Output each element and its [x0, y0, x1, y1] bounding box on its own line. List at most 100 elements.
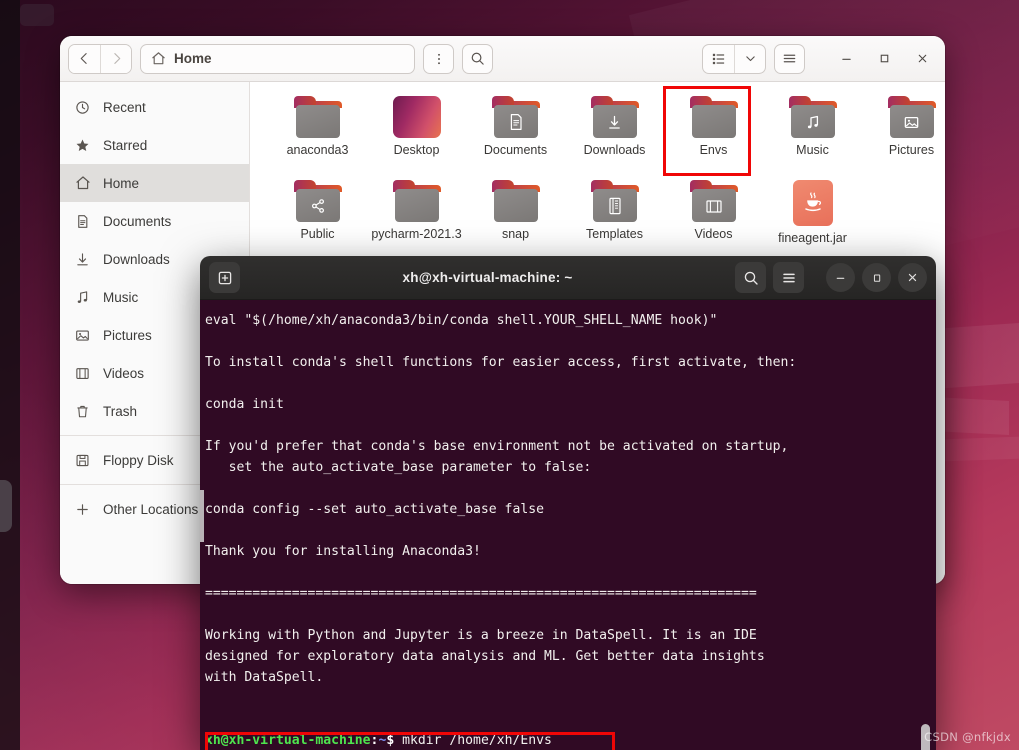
file-label: Downloads	[583, 143, 646, 157]
output-line: conda config --set auto_activate_base fa…	[205, 502, 544, 517]
desktop: Home Recent Starred Home Documents Downl…	[0, 0, 1019, 750]
terminal-menu-button[interactable]	[773, 262, 804, 293]
dock-app-item[interactable]	[0, 480, 12, 532]
output-line: ========================================…	[205, 586, 757, 601]
list-view-button[interactable]	[703, 45, 734, 73]
download-icon	[591, 108, 639, 136]
back-button[interactable]	[69, 44, 100, 73]
output-line: Thank you for installing Anaconda3!	[205, 544, 481, 559]
file-label: fineagent.jar	[778, 231, 847, 245]
file-item-music[interactable]: Music	[763, 96, 862, 176]
terminal-search-button[interactable]	[735, 262, 766, 293]
view-mode-group	[702, 43, 767, 74]
sidebar-item-label: Pictures	[103, 327, 152, 343]
java-coffee-icon	[792, 180, 833, 226]
path-label: Home	[174, 51, 212, 66]
window-maximize-button[interactable]	[869, 44, 899, 74]
sidebar-item-label: Other Locations	[103, 501, 199, 517]
dock-top-item[interactable]	[20, 4, 54, 26]
sidebar-item-label: Videos	[103, 365, 145, 381]
sidebar-item-home[interactable]: Home	[60, 164, 249, 202]
sidebar-item-label: Downloads	[103, 251, 170, 267]
path-bar[interactable]: Home	[140, 43, 416, 74]
terminal-output: eval "$(/home/xh/anaconda3/bin/conda she…	[200, 310, 936, 750]
document-icon	[74, 213, 91, 230]
file-label: Public	[300, 227, 335, 241]
clock-icon	[74, 99, 91, 116]
folder-icon	[788, 96, 837, 138]
sidebar-item-label: Recent	[103, 99, 146, 115]
file-label: anaconda3	[286, 143, 349, 157]
output-line: conda init	[205, 397, 284, 412]
home-icon	[74, 175, 91, 192]
music-note-icon	[74, 289, 91, 306]
terminal-command: mkdir /home/xh/Envs	[402, 733, 552, 748]
watermark: CSDN @nfkjdx	[924, 730, 1011, 744]
folder-icon	[392, 180, 441, 222]
folder-icon	[491, 180, 540, 222]
image-icon	[74, 327, 91, 344]
ubuntu-dock[interactable]	[0, 0, 20, 750]
folder-icon	[293, 180, 342, 222]
terminal-close-button[interactable]	[898, 263, 927, 292]
new-tab-icon[interactable]	[209, 262, 240, 293]
window-close-button[interactable]	[907, 44, 937, 74]
output-line: with DataSpell.	[205, 670, 324, 685]
trash-icon	[74, 403, 91, 420]
file-label: Documents	[483, 143, 548, 157]
sidebar-item-label: Documents	[103, 213, 172, 229]
sidebar-item-starred[interactable]: Starred	[60, 126, 249, 164]
prompt-sigil: $	[386, 733, 395, 748]
share-icon	[294, 192, 342, 220]
file-item-envs[interactable]: Envs	[663, 86, 763, 176]
folder-icon	[689, 180, 738, 222]
output-line: set the auto_activate_base parameter to …	[205, 460, 592, 475]
terminal-minimize-button[interactable]	[826, 263, 855, 292]
file-item-desktop[interactable]: Desktop	[367, 96, 466, 176]
folder-icon	[887, 96, 936, 138]
desktop-folder-icon	[392, 96, 441, 138]
document-icon	[492, 108, 540, 136]
music-note-icon	[789, 108, 837, 136]
download-icon	[74, 251, 91, 268]
window-minimize-button[interactable]	[831, 44, 861, 74]
folder-icon	[491, 96, 540, 138]
terminal-left-marker	[200, 490, 204, 542]
view-dropdown-button[interactable]	[734, 44, 765, 73]
terminal-maximize-button[interactable]	[862, 263, 891, 292]
file-item-anaconda3[interactable]: anaconda3	[268, 96, 367, 176]
terminal-window: xh@xh-virtual-machine: ~ eval "$(/home/x…	[200, 256, 936, 750]
search-button[interactable]	[462, 43, 494, 74]
sidebar-item-recent[interactable]: Recent	[60, 88, 249, 126]
file-label: pycharm-2021.3	[371, 227, 462, 241]
sidebar-item-label: Trash	[103, 403, 138, 419]
file-label: Pictures	[888, 143, 935, 157]
file-item-pictures[interactable]: Pictures	[862, 96, 945, 176]
terminal-screen[interactable]: eval "$(/home/xh/anaconda3/bin/conda she…	[200, 300, 936, 750]
output-line: designed for exploratory data analysis a…	[205, 649, 765, 664]
file-label: Envs	[699, 143, 728, 157]
star-icon	[74, 137, 91, 154]
forward-button[interactable]	[100, 44, 131, 73]
film-icon	[690, 192, 738, 220]
folder-icon	[590, 96, 639, 138]
file-item-downloads[interactable]: Downloads	[565, 96, 664, 176]
path-options-button[interactable]	[423, 43, 455, 74]
floppy-disk-icon	[74, 452, 91, 469]
terminal-title: xh@xh-virtual-machine: ~	[402, 270, 573, 285]
prompt-line-executed: xh@xh-virtual-machine:~$ mkdir /home/xh/…	[205, 733, 552, 748]
folder-icon	[293, 96, 342, 138]
main-menu-button[interactable]	[774, 43, 806, 74]
file-label: Desktop	[393, 143, 440, 157]
output-line: If you'd prefer that conda's base enviro…	[205, 439, 789, 454]
sidebar-item-documents[interactable]: Documents	[60, 202, 249, 240]
sidebar-item-label: Floppy Disk	[103, 452, 174, 468]
file-item-documents[interactable]: Documents	[466, 96, 565, 176]
file-row: anaconda3 Desktop Documents Downloads En…	[268, 86, 945, 176]
template-icon	[591, 192, 639, 220]
sidebar-item-label: Home	[103, 175, 140, 191]
folder-icon	[590, 180, 639, 222]
file-label: snap	[501, 227, 530, 241]
output-line: eval "$(/home/xh/anaconda3/bin/conda she…	[205, 313, 718, 328]
folder-icon	[689, 96, 738, 138]
